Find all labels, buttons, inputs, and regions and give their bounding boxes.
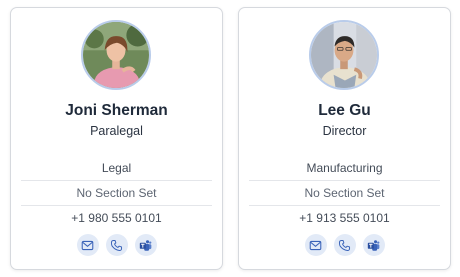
person-name[interactable]: Lee Gu — [239, 102, 450, 120]
phone-icon — [110, 239, 123, 251]
section-field: No Section Set — [249, 181, 440, 206]
person-name[interactable]: Joni Sherman — [11, 102, 222, 120]
person-title: Paralegal — [90, 124, 143, 138]
email-button[interactable] — [76, 234, 99, 256]
person-title: Director — [322, 124, 367, 138]
teams-icon — [139, 239, 152, 251]
section-field: No Section Set — [21, 181, 212, 206]
teams-chat-button[interactable] — [134, 234, 157, 256]
teams-chat-button[interactable] — [362, 234, 385, 256]
department-field: Manufacturing — [249, 156, 440, 181]
teams-icon — [367, 239, 380, 251]
person-card-lee-gu[interactable]: Lee Gu Director Manufacturing No Section… — [238, 7, 451, 270]
avatar-photo — [83, 22, 149, 88]
avatar — [309, 20, 379, 90]
contact-actions — [11, 234, 222, 256]
mail-icon — [309, 240, 322, 250]
phone-number[interactable]: +1 980 555 0101 — [21, 206, 212, 230]
contact-actions — [239, 234, 450, 256]
mail-icon — [81, 240, 94, 250]
phone-icon — [338, 239, 351, 251]
avatar — [81, 20, 151, 90]
call-button[interactable] — [105, 234, 128, 256]
phone-number[interactable]: +1 913 555 0101 — [249, 206, 440, 230]
person-card-joni-sherman[interactable]: Joni Sherman Paralegal Legal No Section … — [10, 7, 223, 270]
email-button[interactable] — [304, 234, 327, 256]
avatar-photo — [311, 22, 377, 88]
call-button[interactable] — [333, 234, 356, 256]
department-field: Legal — [21, 156, 212, 181]
